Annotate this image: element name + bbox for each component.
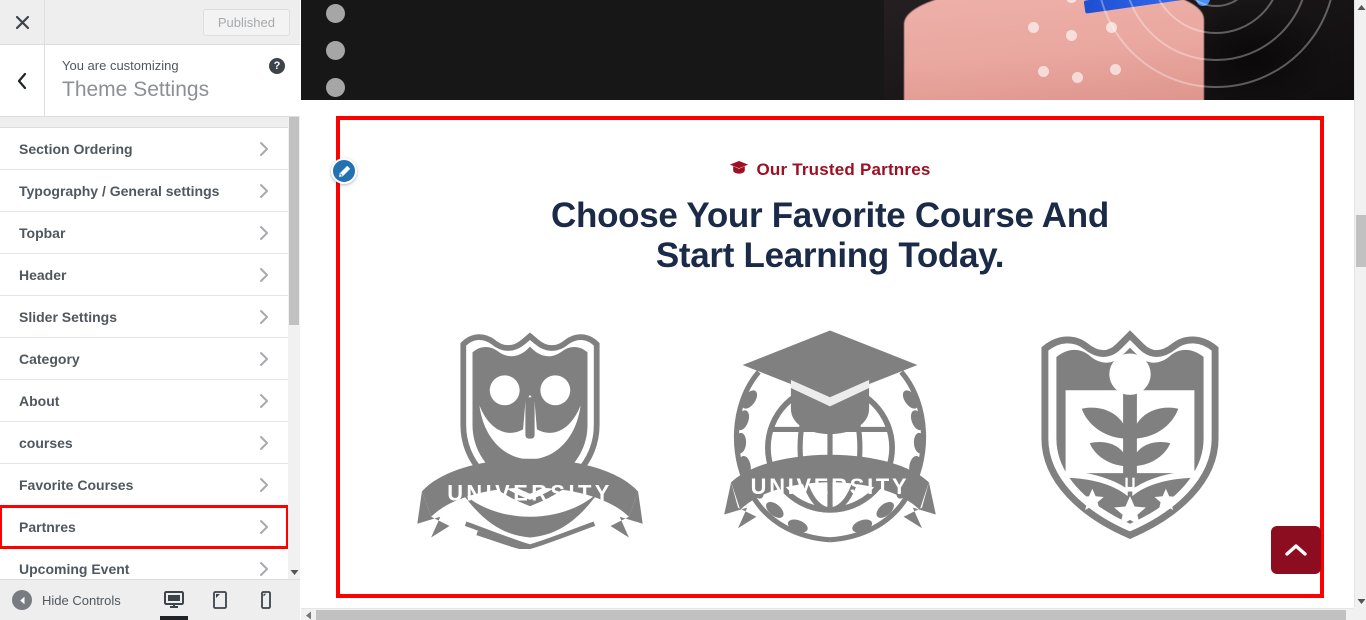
partner-logo-row: UNIVERSITY UNIVERSITY [340, 319, 1320, 549]
preview-vertical-scrollbar[interactable] [1354, 0, 1366, 608]
chevron-right-icon [259, 519, 269, 535]
scroll-to-top-button[interactable] [1271, 526, 1321, 574]
preview-vertical-scrollbar-thumb[interactable] [1356, 215, 1366, 267]
hero-rings-decoration [1086, 0, 1346, 98]
hide-controls-button[interactable]: Hide Controls [0, 590, 154, 610]
scroll-down-icon[interactable] [1355, 594, 1366, 608]
slider-dot-3[interactable] [326, 78, 345, 97]
customizer-panel: Published You are customizing Theme Sett… [0, 0, 300, 620]
publish-button[interactable]: Published [202, 8, 290, 36]
preview-horizontal-scrollbar[interactable] [301, 608, 1366, 620]
customizer-section-list[interactable]: Section Ordering Typography / General set… [0, 117, 288, 579]
back-chevron-icon[interactable] [0, 45, 45, 116]
sidebar-item-label: Partnres [19, 518, 76, 535]
chevron-up-icon [1285, 544, 1307, 556]
edit-shortcut-pencil-icon[interactable] [331, 158, 357, 184]
page-title: Theme Settings [62, 77, 210, 101]
customizer-screen: Published You are customizing Theme Sett… [0, 0, 1366, 620]
sidebar-item-header[interactable]: Header [0, 254, 288, 296]
sidebar-scrollbar[interactable] [288, 117, 300, 579]
customizer-topbar: Published [0, 0, 300, 45]
preview-horizontal-scrollbar-thumb[interactable] [316, 610, 1346, 620]
sidebar-item-label: Topbar [19, 224, 66, 241]
sidebar-item-favorite-courses[interactable]: Favorite Courses [0, 464, 288, 506]
graduation-globe-laurel-crest: UNIVERSITY [715, 319, 945, 549]
device-preview-mobile[interactable] [246, 580, 286, 620]
sidebar-item-label: Header [19, 266, 67, 283]
chevron-right-icon [259, 351, 269, 367]
partners-section: Our Trusted Partnres Choose Your Favorit… [331, 116, 1324, 598]
list-top-gap [0, 117, 288, 128]
sidebar-item-slider-settings[interactable]: Slider Settings [0, 296, 288, 338]
chevron-right-icon [259, 561, 269, 577]
scroll-up-icon[interactable] [1355, 0, 1366, 14]
graduation-cap-icon [729, 160, 749, 180]
section-subtitle-text: Our Trusted Partnres [756, 160, 931, 179]
chevron-right-icon [259, 393, 269, 409]
owl-shield-university-crest: UNIVERSITY [415, 319, 645, 549]
sidebar-item-label: Upcoming Event [19, 560, 130, 577]
customizer-header: You are customizing Theme Settings ? [0, 45, 300, 117]
sidebar-item-typography-general-settings[interactable]: Typography / General settings [0, 170, 288, 212]
slider-dot-1[interactable] [326, 4, 345, 23]
slider-dot-2[interactable] [326, 41, 345, 60]
customizing-label: You are customizing [62, 58, 179, 73]
help-icon[interactable]: ? [269, 58, 285, 74]
sidebar-item-label: About [19, 392, 60, 409]
sidebar-item-label: Typography / General settings [19, 182, 220, 199]
sidebar-item-upcoming-event[interactable]: Upcoming Event [0, 548, 288, 579]
sidebar-scrollbar-thumb[interactable] [289, 117, 299, 325]
device-preview-tablet[interactable] [200, 580, 240, 620]
site-preview: Our Trusted Partnres Choose Your Favorit… [301, 0, 1366, 620]
scrollbar-corner [1353, 607, 1366, 620]
collapse-arrow-icon [12, 590, 32, 610]
scroll-down-icon[interactable] [288, 565, 300, 579]
publish-area: Published [45, 8, 300, 36]
chevron-right-icon [259, 435, 269, 451]
section-heading-line-2: Start Learning Today. [655, 236, 1005, 276]
svg-text:UNIVERSITY: UNIVERSITY [751, 473, 910, 498]
chevron-right-icon [259, 141, 269, 157]
section-heading-line-1: Choose Your Favorite Course And [551, 196, 1109, 235]
section-subtitle: Our Trusted Partnres [340, 160, 1320, 180]
svg-text:UNIVERSITY: UNIVERSITY [447, 480, 613, 505]
sidebar-item-topbar[interactable]: Topbar [0, 212, 288, 254]
sidebar-item-category[interactable]: Category [0, 338, 288, 380]
sidebar-item-label: Slider Settings [19, 308, 118, 325]
customizer-footer: Hide Controls [0, 579, 300, 620]
sidebar-item-label: Section Ordering [19, 140, 133, 157]
hide-controls-label: Hide Controls [42, 592, 121, 608]
sidebar-item-partnres[interactable]: Partnres [0, 505, 288, 549]
scroll-left-icon[interactable] [301, 609, 315, 620]
chevron-right-icon [259, 183, 269, 199]
slider-pagination[interactable] [326, 4, 345, 100]
device-preview-desktop[interactable] [154, 580, 194, 620]
chevron-right-icon [259, 267, 269, 283]
section-heading: Choose Your Favorite Course And Start Le… [340, 196, 1320, 277]
sidebar-item-label: Category [19, 350, 80, 367]
close-icon[interactable] [0, 0, 45, 44]
sidebar-item-courses[interactable]: courses [0, 422, 288, 464]
hero-slider [301, 0, 1354, 100]
chevron-right-icon [259, 309, 269, 325]
sidebar-item-label: courses [19, 434, 73, 451]
panel-title-block: You are customizing Theme Settings ? [45, 45, 300, 116]
device-preview-group [154, 580, 300, 620]
book-shield-stars-crest [1015, 319, 1245, 549]
chevron-right-icon [259, 477, 269, 493]
hero-photo [884, 0, 1354, 100]
sidebar-item-about[interactable]: About [0, 380, 288, 422]
chevron-right-icon [259, 225, 269, 241]
sidebar-item-label: Favorite Courses [19, 476, 134, 493]
sidebar-item-section-ordering[interactable]: Section Ordering [0, 128, 288, 170]
